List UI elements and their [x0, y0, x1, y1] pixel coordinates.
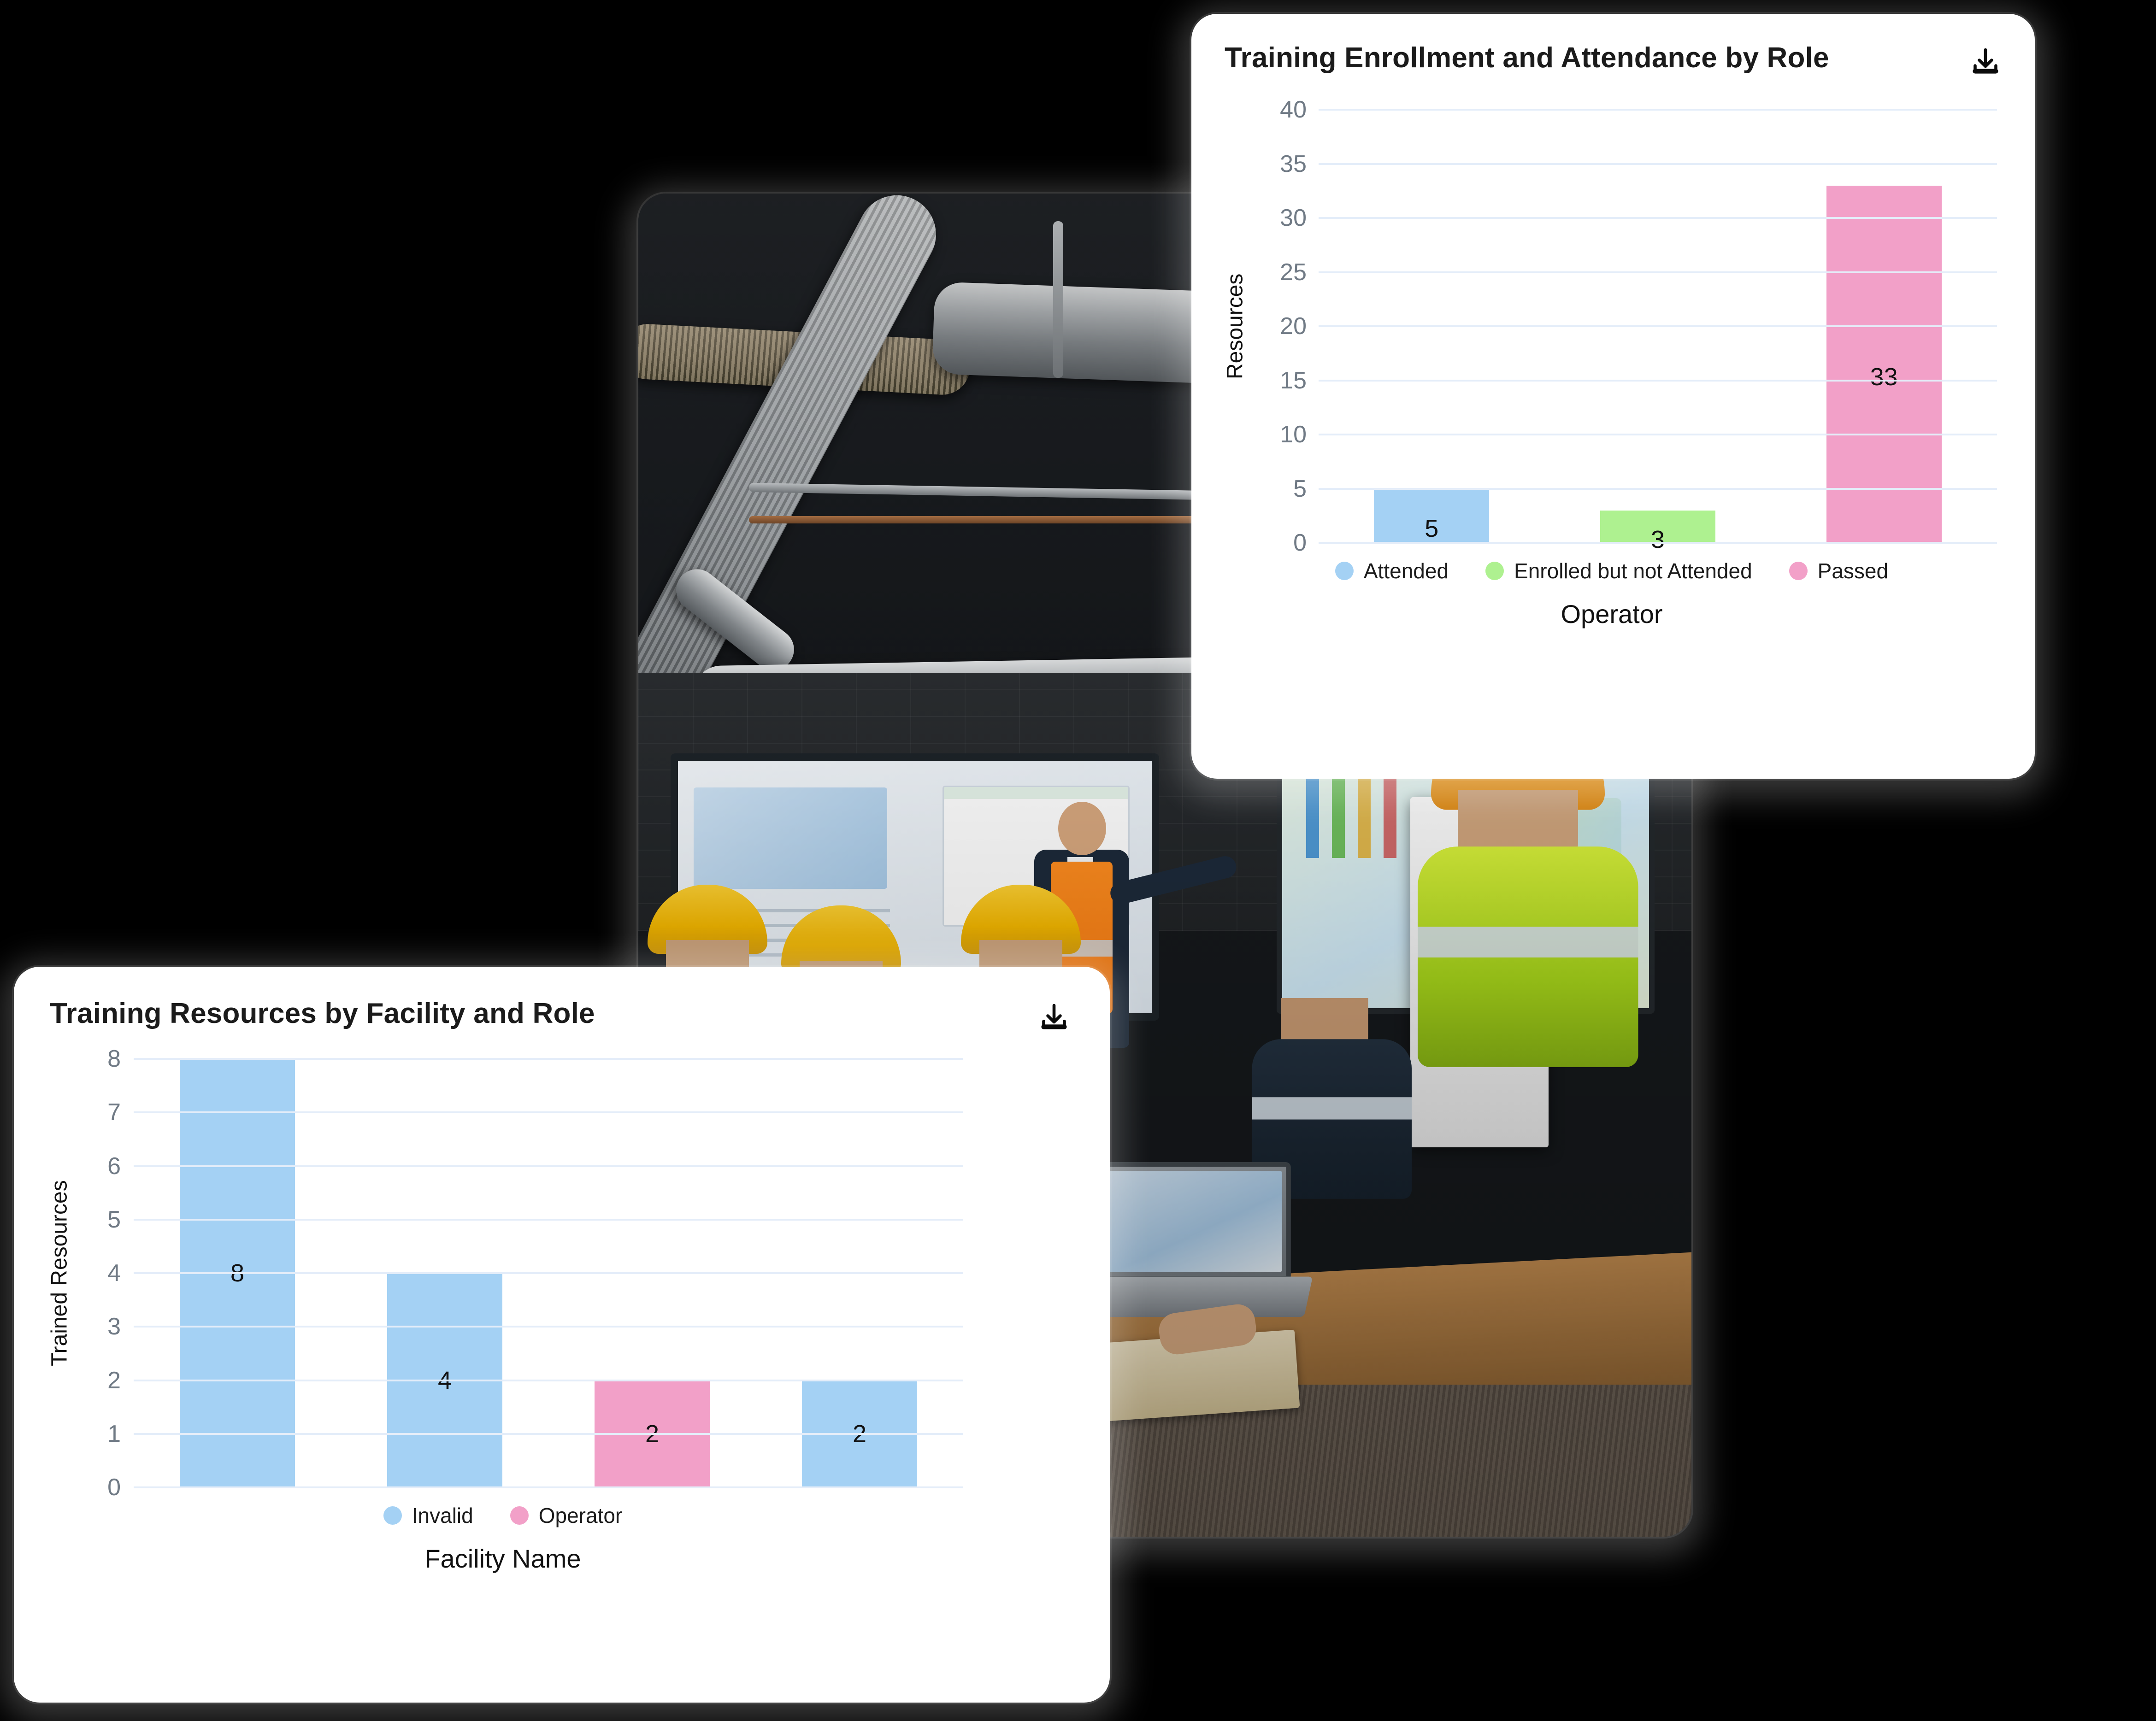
y-tick-label: 5 — [107, 1206, 121, 1233]
y-tick-label: 4 — [107, 1260, 121, 1286]
legend-item[interactable]: Attended — [1335, 558, 1449, 583]
download-icon[interactable] — [1034, 998, 1074, 1038]
bar[interactable]: 5 — [1374, 488, 1490, 543]
download-icon[interactable] — [1966, 42, 2005, 82]
legend-color-dot — [383, 1506, 402, 1525]
card-header: Training Resources by Facility and Role — [14, 967, 1110, 1038]
y-tick-label: 35 — [1280, 150, 1307, 177]
y-tick-label: 8 — [107, 1046, 121, 1072]
legend-label: Attended — [1363, 559, 1449, 583]
screenshot-stage: Training Enrollment and Attendance by Ro… — [0, 0, 2156, 1721]
y-tick-label: 30 — [1280, 205, 1307, 231]
gridline — [134, 1058, 963, 1060]
plot-grid: 5 3 33 — [1319, 109, 1997, 552]
legend-color-dot — [510, 1506, 529, 1525]
y-axis-label: Resources — [1223, 273, 1248, 379]
legend-item[interactable]: Invalid — [383, 1503, 473, 1528]
y-tick-label: 25 — [1280, 258, 1307, 286]
gridline — [1319, 379, 1997, 382]
gridline — [134, 1111, 963, 1114]
legend-item[interactable]: Enrolled but not Attended — [1485, 558, 1752, 583]
gridline — [1319, 271, 1997, 273]
y-tick-label: 0 — [1293, 529, 1307, 556]
bar-value-label: 3 — [1650, 525, 1665, 553]
y-tick-label: 5 — [1293, 475, 1307, 502]
y-tick-label: 7 — [107, 1099, 121, 1126]
bar[interactable]: 3 — [1600, 510, 1715, 552]
plot-grid: 8422 — [134, 1058, 963, 1488]
y-tick-label: 2 — [107, 1367, 121, 1394]
chart-legend: Attended Enrolled but not Attended Passed — [1218, 558, 2005, 583]
gridline — [134, 1218, 963, 1221]
legend-color-dot — [1789, 562, 1808, 580]
y-axis-ticks: 0 1 2 3 4 5 6 7 8 — [77, 1046, 121, 1501]
gridline — [1319, 109, 1997, 111]
legend-label: Invalid — [412, 1504, 473, 1527]
legend-color-dot — [1485, 562, 1504, 580]
legend-label: Operator — [538, 1504, 623, 1527]
gridline — [134, 1272, 963, 1274]
legend-item[interactable]: Operator — [510, 1503, 623, 1528]
y-tick-label: 10 — [1280, 421, 1307, 448]
chart-legend: Invalid Operator — [42, 1503, 963, 1528]
card-title: Training Resources by Facility and Role — [50, 998, 595, 1029]
y-tick-label: 1 — [107, 1420, 121, 1447]
gridline — [134, 1379, 963, 1381]
y-tick-label: 3 — [107, 1313, 121, 1340]
y-axis-label: Trained Resources — [47, 1180, 72, 1366]
card-title: Training Enrollment and Attendance by Ro… — [1225, 42, 1829, 74]
plot-area: Resources 0 5 10 15 20 25 30 35 40 5 3 33 Attended… — [1191, 82, 2035, 629]
legend-label: Enrolled but not Attended — [1514, 559, 1752, 583]
card-header: Training Enrollment and Attendance by Ro… — [1191, 14, 2035, 82]
bar-value-label: 33 — [1870, 363, 1898, 391]
enrollment-chart-card: Training Enrollment and Attendance by Ro… — [1191, 14, 2035, 779]
legend-color-dot — [1335, 562, 1354, 580]
x-axis-label: Facility Name — [424, 1544, 581, 1573]
plot-area: Trained Resources 0 1 2 3 4 5 6 7 8 8422 Invalid… — [14, 1038, 1110, 1574]
y-tick-label: 40 — [1280, 96, 1307, 123]
y-tick-label: 15 — [1280, 367, 1307, 394]
gridline — [1319, 542, 1997, 544]
resources-chart-card: Training Resources by Facility and Role … — [14, 967, 1110, 1703]
gridline — [1319, 434, 1997, 435]
y-tick-label: 6 — [107, 1152, 121, 1180]
x-axis-label: Operator — [1561, 599, 1663, 628]
gridline — [134, 1326, 963, 1328]
gridline — [1319, 217, 1997, 219]
legend-item[interactable]: Passed — [1789, 558, 1888, 583]
gridline — [1319, 325, 1997, 327]
gridline — [1319, 488, 1997, 490]
gridline — [1319, 163, 1997, 165]
y-axis-ticks: 0 5 10 15 20 25 30 35 40 — [1252, 96, 1307, 556]
y-tick-label: 0 — [107, 1474, 121, 1501]
y-tick-label: 20 — [1280, 313, 1307, 340]
gridline — [134, 1165, 963, 1167]
gridline — [134, 1486, 963, 1488]
gridline — [134, 1433, 963, 1435]
legend-label: Passed — [1817, 559, 1889, 583]
bar-value-label: 5 — [1425, 515, 1439, 543]
